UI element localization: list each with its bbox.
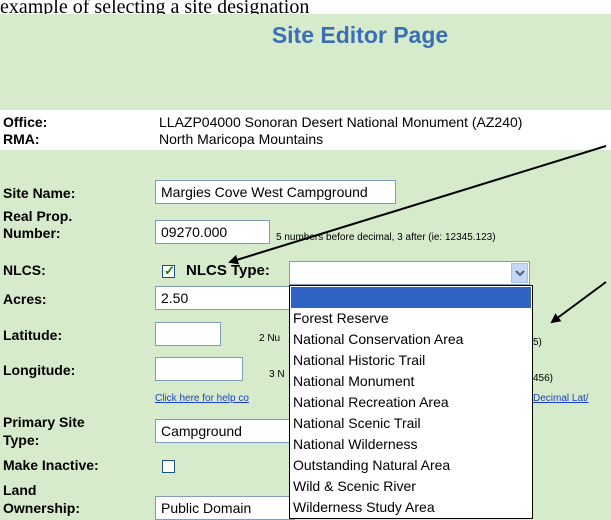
latitude-label: Latitude: — [3, 327, 63, 343]
latitude-hint: 2 Nu — [259, 333, 281, 344]
longitude-hint-tail: 456) — [533, 373, 554, 384]
nlcs-checkbox[interactable]: ✓ — [162, 263, 175, 278]
dropdown-option[interactable]: Outstanding Natural Area — [291, 455, 531, 476]
rma-value: North Maricopa Mountains — [159, 131, 324, 147]
land-ownership-select[interactable]: Public Domain — [155, 496, 295, 520]
dropdown-option[interactable]: National Wilderness — [291, 434, 531, 455]
dropdown-option[interactable]: National Historic Trail — [291, 350, 531, 371]
dropdown-option[interactable]: National Conservation Area — [291, 329, 531, 350]
dropdown-option-blank[interactable] — [291, 287, 531, 308]
office-label: Office: — [3, 114, 48, 130]
land-ownership-label-line1: Land — [3, 482, 37, 498]
acres-field[interactable]: 2.50 — [155, 286, 295, 310]
rma-label: RMA: — [3, 131, 40, 147]
primary-site-type-label-line2: Type: — [3, 432, 40, 448]
help-link[interactable]: Click here for help co — [155, 393, 249, 405]
latitude-hint-tail: 5) — [533, 337, 542, 348]
longitude-hint: 3 N — [269, 369, 285, 380]
latitude-field[interactable] — [155, 322, 221, 346]
office-value: LLAZP04000 Sonoran Desert National Monum… — [159, 114, 523, 130]
land-ownership-label-line2: Ownership: — [3, 500, 81, 516]
nlcs-type-dropdown-list[interactable]: Forest Reserve National Conservation Are… — [289, 285, 533, 519]
dropdown-option[interactable]: National Scenic Trail — [291, 413, 531, 434]
longitude-label: Longitude: — [3, 362, 76, 378]
nlcs-type-label: NLCS Type: — [186, 262, 270, 279]
dropdown-option[interactable]: Wild & Scenic River — [291, 476, 531, 497]
longitude-field[interactable] — [155, 357, 243, 381]
real-prop-label-line1: Real Prop. — [3, 208, 73, 224]
nlcs-type-select[interactable] — [289, 261, 530, 285]
primary-site-type-select[interactable]: Campground — [155, 419, 295, 443]
help-link-tail[interactable]: Decimal Lat/ — [533, 393, 589, 405]
site-name-field[interactable]: Margies Cove West Campground — [155, 180, 396, 204]
real-prop-field[interactable]: 09270.000 — [155, 220, 270, 244]
chevron-down-icon[interactable] — [511, 263, 528, 283]
dropdown-option[interactable]: Forest Reserve — [291, 308, 531, 329]
dropdown-option[interactable]: National Monument — [291, 371, 531, 392]
dropdown-option[interactable]: Wilderness Study Area — [291, 497, 531, 518]
nlcs-label: NLCS: — [3, 262, 46, 278]
make-inactive-label: Make Inactive: — [3, 457, 99, 473]
dropdown-option[interactable]: National Recreation Area — [291, 392, 531, 413]
page-title: Site Editor Page — [271, 22, 449, 48]
acres-label: Acres: — [3, 291, 47, 307]
check-icon: ✓ — [164, 263, 175, 278]
real-prop-hint: 5 numbers before decimal, 3 after (ie: 1… — [276, 232, 496, 243]
real-prop-label-line2: Number: — [3, 225, 61, 241]
site-name-label: Site Name: — [3, 185, 76, 201]
make-inactive-checkbox[interactable] — [162, 460, 175, 473]
primary-site-type-label-line1: Primary Site — [3, 414, 85, 430]
